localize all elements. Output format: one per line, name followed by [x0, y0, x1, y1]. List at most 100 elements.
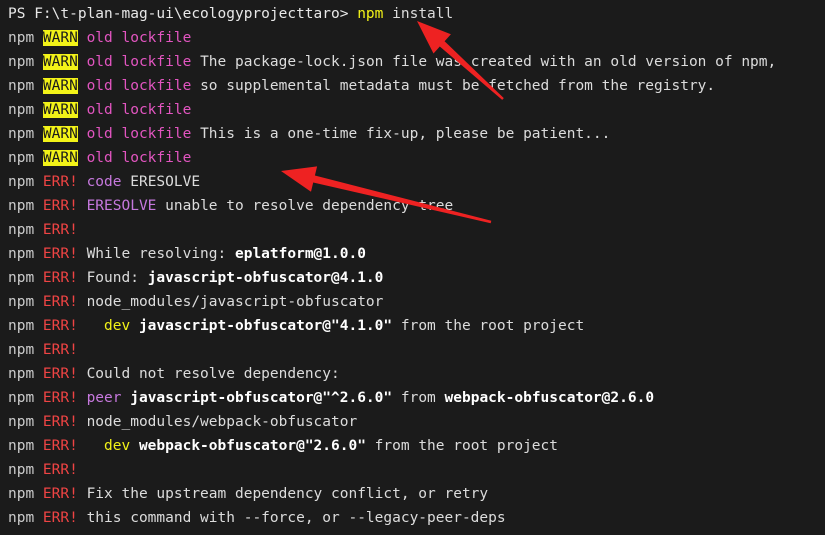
warn-badge: WARN: [42, 150, 78, 166]
line-segment: webpack-obfuscator@"2.6.0": [138, 438, 366, 454]
err-badge: ERR!: [42, 318, 78, 334]
err-badge: ERR!: [42, 270, 78, 286]
line-segment: from: [392, 390, 445, 406]
err-badge: ERR!: [42, 510, 78, 526]
terminal-line: npm WARN old lockfile: [8, 146, 825, 170]
terminal-line: npm ERR! dev webpack-obfuscator@"2.6.0" …: [8, 434, 825, 458]
terminal-line: npm ERR! peer javascript-obfuscator@"^2.…: [8, 386, 825, 410]
npm-prefix: npm: [8, 414, 43, 430]
terminal-line: npm ERR! node_modules/javascript-obfusca…: [8, 290, 825, 314]
err-badge: ERR!: [42, 438, 78, 454]
err-badge: ERR!: [42, 174, 78, 190]
line-segment: from the root project: [365, 438, 558, 454]
line-segment: old lockfile: [86, 78, 192, 94]
line-segment: this command with --force, or --legacy-p…: [77, 510, 506, 526]
line-segment: peer: [77, 390, 131, 406]
npm-prefix: npm: [8, 486, 43, 502]
terminal-line: npm ERR! While resolving: eplatform@1.0.…: [8, 242, 825, 266]
npm-prefix: npm: [8, 294, 43, 310]
err-badge: ERR!: [42, 342, 78, 358]
line-segment: code: [77, 174, 122, 190]
npm-prefix: npm: [8, 318, 43, 334]
err-badge: ERR!: [42, 366, 78, 382]
line-segment: node_modules/webpack-obfuscator: [77, 414, 358, 430]
err-badge: ERR!: [42, 222, 78, 238]
npm-prefix: npm: [8, 54, 43, 70]
terminal-line: npm ERR! Could not resolve dependency:: [8, 362, 825, 386]
terminal-line: npm ERR! ERESOLVE unable to resolve depe…: [8, 194, 825, 218]
npm-prefix: npm: [8, 438, 43, 454]
terminal-window[interactable]: PS F:\t-plan-mag-ui\ecologyprojecttaro> …: [0, 0, 825, 535]
terminal-line: npm WARN old lockfile: [8, 98, 825, 122]
warn-badge: WARN: [42, 54, 78, 70]
terminal-line: npm ERR! code ERESOLVE: [8, 170, 825, 194]
warn-badge: WARN: [42, 30, 78, 46]
prompt-line: PS F:\t-plan-mag-ui\ecologyprojecttaro> …: [8, 2, 825, 26]
npm-prefix: npm: [8, 30, 43, 46]
line-segment: javascript-obfuscator@"4.1.0": [138, 318, 393, 334]
warn-badge: WARN: [42, 78, 78, 94]
line-segment: ERESOLVE: [77, 198, 157, 214]
npm-prefix: npm: [8, 126, 43, 142]
line-segment: This is a one-time fix-up, please be pat…: [191, 126, 611, 142]
line-segment: dev: [77, 318, 139, 334]
line-segment: dev: [77, 438, 139, 454]
err-badge: ERR!: [42, 294, 78, 310]
terminal-line: npm ERR! Fix the upstream dependency con…: [8, 482, 825, 506]
npm-prefix: npm: [8, 462, 43, 478]
warn-badge: WARN: [42, 126, 78, 142]
line-segment: node_modules/javascript-obfuscator: [77, 294, 384, 310]
line-segment: While resolving:: [77, 246, 235, 262]
err-badge: ERR!: [42, 486, 78, 502]
npm-prefix: npm: [8, 150, 43, 166]
command-args: install: [383, 6, 454, 22]
line-segment: from the root project: [392, 318, 585, 334]
line-segment: ERESOLVE: [121, 174, 201, 190]
npm-prefix: npm: [8, 510, 43, 526]
line-segment: javascript-obfuscator@"^2.6.0": [130, 390, 393, 406]
line-segment: eplatform@1.0.0: [234, 246, 366, 262]
line-segment: so supplemental metadata must be fetched…: [191, 78, 716, 94]
npm-prefix: npm: [8, 198, 43, 214]
line-segment: old lockfile: [86, 30, 192, 46]
err-badge: ERR!: [42, 198, 78, 214]
err-badge: ERR!: [42, 390, 78, 406]
terminal-line: npm WARN old lockfile: [8, 26, 825, 50]
terminal-line: npm WARN old lockfile so supplemental me…: [8, 74, 825, 98]
line-segment: The package-lock.json file was created w…: [191, 54, 777, 70]
line-segment: Fix the upstream dependency conflict, or…: [77, 486, 489, 502]
terminal-line: npm ERR!: [8, 458, 825, 482]
terminal-output: PS F:\t-plan-mag-ui\ecologyprojecttaro> …: [0, 0, 825, 535]
terminal-line: npm ERR!: [8, 218, 825, 242]
line-segment: Found:: [77, 270, 148, 286]
npm-prefix: npm: [8, 222, 43, 238]
terminal-line: npm ERR! Found: javascript-obfuscator@4.…: [8, 266, 825, 290]
line-segment: old lockfile: [86, 126, 192, 142]
npm-prefix: npm: [8, 342, 43, 358]
line-segment: Could not resolve dependency:: [77, 366, 340, 382]
terminal-line: npm ERR! this command with --force, or -…: [8, 506, 825, 530]
line-segment: unable to resolve dependency tree: [156, 198, 454, 214]
terminal-line: npm WARN old lockfile The package-lock.j…: [8, 50, 825, 74]
line-segment: javascript-obfuscator@4.1.0: [147, 270, 384, 286]
npm-prefix: npm: [8, 174, 43, 190]
terminal-line: npm ERR! node_modules/webpack-obfuscator: [8, 410, 825, 434]
line-segment: old lockfile: [86, 150, 192, 166]
npm-prefix: npm: [8, 270, 43, 286]
terminal-line: npm ERR! dev javascript-obfuscator@"4.1.…: [8, 314, 825, 338]
line-segment: old lockfile: [86, 102, 192, 118]
npm-prefix: npm: [8, 246, 43, 262]
warn-badge: WARN: [42, 102, 78, 118]
prompt-path: PS F:\t-plan-mag-ui\ecologyprojecttaro>: [8, 6, 358, 22]
err-badge: ERR!: [42, 246, 78, 262]
npm-prefix: npm: [8, 78, 43, 94]
line-segment: old lockfile: [86, 54, 192, 70]
npm-prefix: npm: [8, 390, 43, 406]
terminal-line: npm ERR!: [8, 338, 825, 362]
